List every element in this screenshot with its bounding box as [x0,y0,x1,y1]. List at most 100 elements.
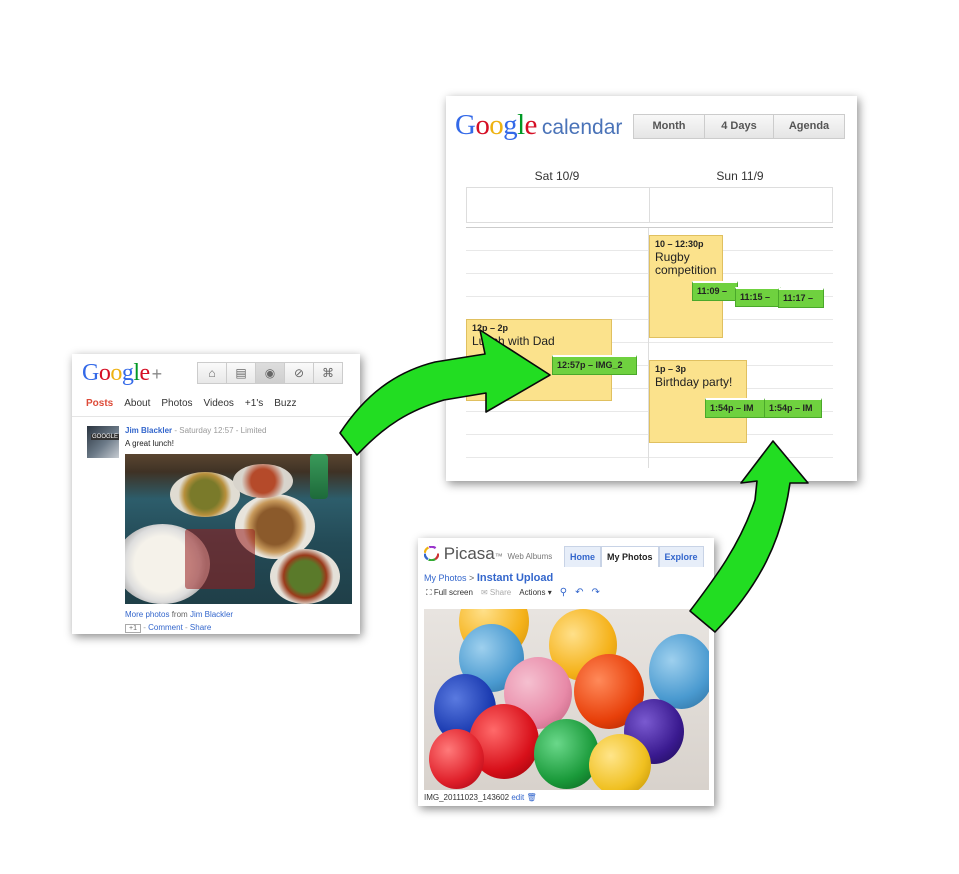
share-label: Share [489,588,512,597]
lunch-photo[interactable] [125,454,352,604]
actions-label: Actions [519,588,546,597]
balloon [534,719,599,789]
google-calendar-logo[interactable]: Google calendar [455,109,622,142]
plate [270,549,340,604]
logo-o1: o [98,360,111,386]
picasa-logo-tm: ™ [494,552,503,561]
google-plus-logo[interactable]: Google + [82,360,162,387]
tab-plusones[interactable]: +1's [245,398,263,409]
home-icon[interactable]: ⌂ [197,362,227,384]
photo-event[interactable]: 1:54p – IM [764,398,822,418]
tab-about[interactable]: About [124,398,150,409]
picasa-logo-text: Picasa [443,544,495,563]
tab-photos[interactable]: Photos [161,398,192,409]
caption-edit-link[interactable]: edit [511,793,524,802]
fullscreen-label: Full screen [433,587,473,597]
photo-event[interactable]: 1:54p – IM [705,398,765,418]
logo-l: l [517,109,525,141]
event-title: Rugby competition [655,250,717,277]
post-time[interactable]: Saturday 12:57 [179,426,233,435]
view-agenda-button[interactable]: Agenda [773,114,845,139]
fullscreen-icon: ⛶ [426,587,434,597]
plus-one-button[interactable]: +1 [125,624,141,633]
calendar-grid: Sat 10/9 Sun 11/9 12p – 2p Lunch with Da… [466,153,833,468]
logo-g2: g [121,360,134,386]
day-header-sun[interactable]: Sun 11/9 [649,169,831,183]
view-month-button[interactable]: Month [633,114,705,139]
logo-plus: + [151,364,163,384]
avatar-shirt-text: GOOGLE [90,434,119,440]
photo-toolbar: ⛶ Full screen ✉ Share Actions ▾ ⚲ ↶ ↷ [426,587,600,598]
chevron-down-icon: ▾ [545,588,552,597]
share-link[interactable]: Share [190,623,211,632]
more-from: from [171,610,188,619]
photo-event[interactable]: 11:15 – [735,287,781,307]
fullscreen-button[interactable]: ⛶ Full screen [426,588,473,598]
post-meta: Jim Blackler - Saturday 12:57 - Limited [125,426,266,435]
logo-o2: o [489,109,504,141]
tab-posts[interactable]: Posts [86,398,113,409]
zoom-icon[interactable]: ⚲ [560,587,567,598]
plate [170,472,240,517]
more-author-link[interactable]: Jim Blackler [190,610,233,619]
picasa-pinwheel-icon [423,545,440,562]
breadcrumb-my-photos[interactable]: My Photos [424,573,467,583]
more-photos-link[interactable]: More photos [125,610,169,619]
event-title: Birthday party! [655,375,733,389]
logo-calendar: calendar [541,116,623,139]
games-icon[interactable]: ⌘ [313,362,343,384]
breadcrumb-instant-upload[interactable]: Instant Upload [477,572,553,584]
photo-caption: IMG_20111023_143602 edit 🗑 [424,793,537,802]
all-day-row[interactable] [466,187,833,223]
balloons-photo[interactable] [424,609,709,790]
profile-icon[interactable]: ◉ [255,362,285,384]
photo-event[interactable]: 11:17 – [778,288,824,308]
actions-dropdown[interactable]: Actions ▾ [519,588,551,597]
picasa-window: Picasa™ Web Albums Home My Photos Explor… [418,538,714,806]
breadcrumb: My Photos > Instant Upload [424,572,553,584]
comment-link[interactable]: Comment [148,623,183,632]
post-text: A great lunch! [125,439,174,448]
avatar[interactable]: GOOGLE [87,426,119,458]
view-switcher: Month 4 Days Agenda [633,114,845,139]
tab-home[interactable]: Home [564,546,602,567]
post-author[interactable]: Jim Blackler [125,426,172,435]
email-icon: ✉ [480,588,490,597]
picasa-logo[interactable]: Picasa™ Web Albums [423,544,553,564]
post-visibility[interactable]: Limited [241,426,267,435]
logo-o2: o [110,360,122,386]
google-calendar-window: Google calendar Month 4 Days Agenda Sat 1… [446,96,857,481]
logo-g1: G [82,360,99,386]
balloon [649,634,709,709]
breadcrumb-sep: > [469,573,475,583]
picasa-tabs: Home My Photos Explore [564,546,704,567]
divider [72,416,360,417]
post-actions: +1 - Comment - Share [125,623,211,633]
event-title: Lunch with Dad [472,334,555,348]
day-header-sat[interactable]: Sat 10/9 [466,169,648,183]
gplus-nav-icons: ⌂ ▤ ◉ ⊘ ⌘ [197,362,343,384]
logo-e: e [139,360,151,386]
photo-filename: IMG_20111023_143602 [424,793,510,802]
share-button[interactable]: ✉ Share [481,588,511,597]
tab-videos[interactable]: Videos [204,398,234,409]
tab-buzz[interactable]: Buzz [274,398,296,409]
rotate-left-icon[interactable]: ↶ [575,587,583,598]
placemat [185,529,255,589]
view-4days-button[interactable]: 4 Days [704,114,774,139]
profile-tabs: Posts About Photos Videos +1's Buzz [86,398,296,409]
rotate-right-icon[interactable]: ↷ [591,587,599,598]
photo-event[interactable]: 12:57p – IMG_2 [552,355,637,375]
plate [233,464,293,498]
glass [310,454,328,499]
tab-my-photos[interactable]: My Photos [601,546,659,567]
logo-o1: o [475,109,490,141]
picasa-logo-sub: Web Albums [507,552,553,561]
trash-icon[interactable]: 🗑 [526,793,536,802]
stream-icon[interactable]: ▤ [226,362,256,384]
google-plus-window: Google + ⌂ ▤ ◉ ⊘ ⌘ Posts About Photos Vid… [72,354,360,634]
more-photos: More photos from Jim Blackler [125,610,233,619]
circles-icon[interactable]: ⊘ [284,362,314,384]
tab-explore[interactable]: Explore [658,546,704,567]
photo-event[interactable]: 11:09 – [692,281,738,301]
